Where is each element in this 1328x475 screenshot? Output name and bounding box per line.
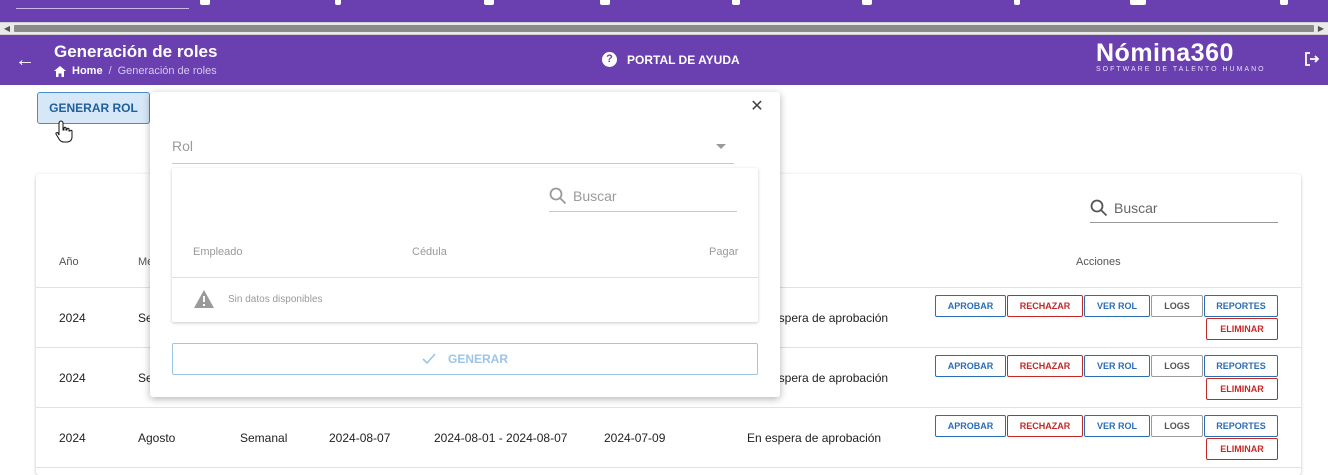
cell-anio: 2024 (59, 311, 86, 325)
toolbar-icon[interactable] (862, 0, 872, 5)
cell-periodicidad: Semanal (240, 431, 288, 445)
brand-logo: Nómina360 SOFTWARE DE TALENTO HUMANO (1096, 39, 1266, 73)
ver-rol-button[interactable]: VER ROL (1084, 415, 1150, 437)
rechazar-button[interactable]: RECHAZAR (1007, 295, 1083, 317)
cell-rango: 2024-08-01 - 2024-08-07 (434, 431, 568, 445)
column-header-anio[interactable]: Año (59, 256, 79, 268)
toolbar-icon[interactable] (335, 0, 341, 5)
search-icon (1090, 199, 1108, 217)
hand-cursor-icon (55, 120, 73, 143)
brand-tagline: SOFTWARE DE TALENTO HUMANO (1096, 66, 1266, 73)
rechazar-button[interactable]: RECHAZAR (1007, 355, 1083, 377)
ver-rol-button[interactable]: VER ROL (1084, 295, 1150, 317)
scrollbar-thumb[interactable] (14, 25, 1314, 32)
cell-fecha-corte: 2024-07-09 (604, 431, 666, 445)
toolbar-icon[interactable] (484, 0, 494, 5)
cell-anio: 2024 (59, 431, 86, 445)
logout-icon[interactable] (1304, 51, 1322, 69)
reportes-button[interactable]: REPORTES (1204, 415, 1278, 437)
cell-fecha: 2024-08-07 (329, 431, 391, 445)
eliminar-button[interactable]: ELIMINAR (1206, 378, 1278, 400)
cell-estado: espera de aprobación (772, 371, 889, 385)
page-title: Generación de roles (54, 42, 218, 61)
reportes-button[interactable]: REPORTES (1204, 295, 1278, 317)
toolbar-icon[interactable] (732, 0, 740, 5)
column-header-cedula[interactable]: Cédula (412, 246, 447, 258)
breadcrumb-separator: / (108, 65, 112, 77)
search-placeholder: Buscar (573, 187, 617, 204)
horizontal-scrollbar[interactable]: ◀ ▶ (0, 22, 1328, 35)
close-icon[interactable]: ✕ (749, 99, 765, 115)
reportes-button[interactable]: REPORTES (1204, 355, 1278, 377)
empleados-search-input[interactable]: Buscar (549, 180, 737, 212)
column-header-acciones: Acciones (1076, 256, 1121, 268)
toolbar-icon[interactable] (1014, 0, 1020, 5)
logs-button[interactable]: LOGS (1151, 355, 1203, 377)
header-divider (172, 277, 758, 278)
column-header-pagar[interactable]: Pagar (709, 246, 738, 258)
top-toolbar-strip (0, 0, 1328, 22)
breadcrumb: Home / Generación de roles (54, 65, 217, 77)
aprobar-button[interactable]: APROBAR (935, 295, 1006, 317)
generar-rol-button[interactable]: GENERAR ROL (37, 92, 150, 124)
breadcrumb-home[interactable]: Home (72, 65, 103, 77)
toolbar-icon[interactable] (200, 0, 210, 5)
generar-button[interactable]: GENERAR (172, 343, 758, 375)
help-label: PORTAL DE AYUDA (627, 52, 740, 67)
toolbar-icon[interactable] (600, 0, 610, 5)
aprobar-button[interactable]: APROBAR (935, 415, 1006, 437)
rol-select[interactable]: Rol (172, 132, 734, 164)
no-data-text: Sin datos disponibles (228, 293, 323, 305)
row-divider (36, 467, 1301, 468)
app-header: ← Generación de roles Home / Generación … (0, 35, 1328, 85)
cell-anio: 2024 (59, 371, 86, 385)
cell-mes: Agosto (138, 431, 176, 445)
help-icon: ? (602, 52, 617, 67)
search-icon (549, 187, 567, 204)
aprobar-button[interactable]: APROBAR (935, 355, 1006, 377)
logs-button[interactable]: LOGS (1151, 295, 1203, 317)
search-placeholder: Buscar (1114, 200, 1158, 216)
help-portal-link[interactable]: ? PORTAL DE AYUDA (602, 52, 740, 67)
back-arrow-icon[interactable]: ← (14, 49, 36, 71)
home-icon (54, 65, 66, 77)
ver-rol-button[interactable]: VER ROL (1084, 355, 1150, 377)
chevron-down-icon (716, 144, 726, 149)
eliminar-button[interactable]: ELIMINAR (1206, 438, 1278, 460)
table-search-input[interactable]: Buscar (1090, 194, 1278, 223)
rechazar-button[interactable]: RECHAZAR (1007, 415, 1083, 437)
rol-select-placeholder: Rol (172, 138, 194, 154)
breadcrumb-current: Generación de roles (117, 65, 217, 77)
scroll-right-icon[interactable]: ▶ (1316, 24, 1326, 34)
brand-name: Nómina360 (1096, 39, 1234, 67)
toolbar-icon[interactable] (1280, 0, 1288, 5)
row-divider (36, 407, 1301, 408)
top-strip-line (16, 8, 189, 9)
column-header-empleado[interactable]: Empleado (193, 246, 243, 258)
generar-button-label: GENERAR (447, 352, 508, 366)
warning-icon (194, 290, 214, 308)
cell-estado: espera de aprobación (772, 311, 889, 325)
cell-estado: En espera de aprobación (747, 431, 882, 445)
eliminar-button[interactable]: ELIMINAR (1206, 318, 1278, 340)
toolbar-icon[interactable] (1130, 0, 1146, 5)
no-data-message: Sin datos disponibles (194, 290, 323, 308)
scroll-left-icon[interactable]: ◀ (2, 24, 12, 34)
check-icon (422, 353, 436, 365)
logs-button[interactable]: LOGS (1151, 415, 1203, 437)
